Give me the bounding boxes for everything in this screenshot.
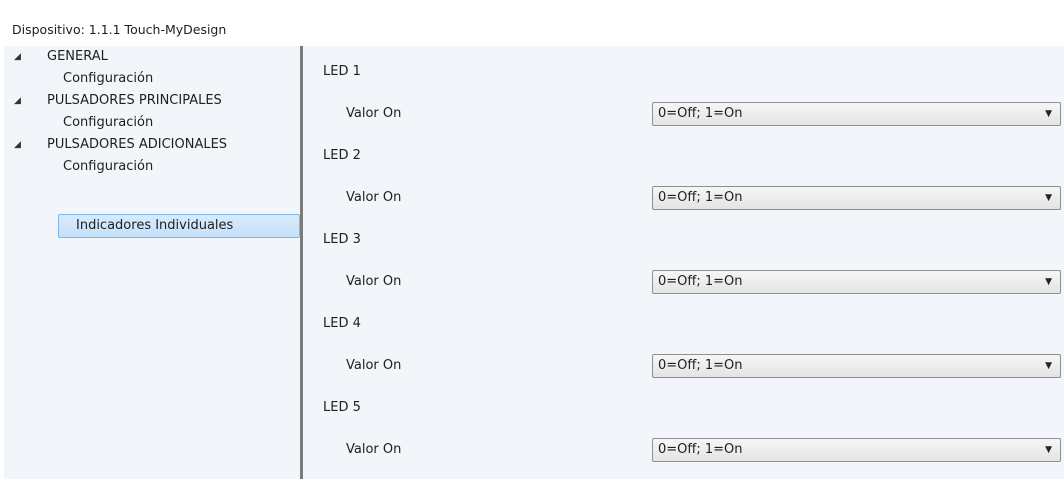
led-5-title: LED 5	[323, 400, 361, 415]
tree-group-label: GENERAL	[47, 49, 108, 64]
tree-group-pulsadores-adicionales[interactable]: ◢ PULSADORES ADICIONALES	[4, 134, 300, 156]
main-frame: ◢ GENERAL Configuración ◢ PULSADORES PRI…	[4, 46, 1064, 479]
tree-item-label: Indicadores Individuales	[76, 218, 234, 233]
title-bar: Dispositivo: 1.1.1 Touch-MyDesign	[4, 0, 1064, 46]
tree-item-adicionales-configuracion[interactable]: Configuración	[63, 156, 153, 178]
tree-item-indicadores-individuales[interactable]: Indicadores Individuales	[58, 214, 300, 238]
led-4-valor-on-dropdown[interactable]: 0=Off; 1=On ▼	[652, 354, 1061, 378]
led-2-valor-on-label: Valor On	[346, 190, 402, 205]
led-2-valor-on-dropdown[interactable]: 0=Off; 1=On ▼	[652, 186, 1061, 210]
dropdown-value: 0=Off; 1=On	[658, 190, 743, 205]
dropdown-value: 0=Off; 1=On	[658, 106, 743, 121]
led-4-valor-on-label: Valor On	[346, 358, 402, 373]
led-4-title: LED 4	[323, 316, 361, 331]
tree-item-principales-configuracion[interactable]: Configuración	[63, 112, 153, 134]
expand-arrow-icon[interactable]: ◢	[14, 90, 26, 112]
dropdown-value: 0=Off; 1=On	[658, 442, 743, 457]
expand-arrow-icon[interactable]: ◢	[14, 134, 26, 156]
expand-arrow-icon[interactable]: ◢	[14, 46, 26, 68]
led-1-valor-on-dropdown[interactable]: 0=Off; 1=On ▼	[652, 102, 1061, 126]
chevron-down-icon[interactable]: ▼	[1045, 103, 1052, 125]
tree-group-pulsadores-principales[interactable]: ◢ PULSADORES PRINCIPALES	[4, 90, 300, 112]
chevron-down-icon[interactable]: ▼	[1045, 355, 1052, 377]
chevron-down-icon[interactable]: ▼	[1045, 187, 1052, 209]
tree-item-label: Configuración	[63, 159, 154, 174]
led-2-title: LED 2	[323, 148, 361, 163]
led-3-valor-on-label: Valor On	[346, 274, 402, 289]
tree-item-general-configuracion[interactable]: Configuración	[63, 68, 153, 90]
tree-group-label: PULSADORES PRINCIPALES	[47, 93, 222, 108]
chevron-down-icon[interactable]: ▼	[1045, 439, 1052, 461]
tree-group-general[interactable]: ◢ GENERAL	[4, 46, 300, 68]
led-3-title: LED 3	[323, 232, 361, 247]
parameter-panel: LED 1 Valor On 0=Off; 1=On ▼ LED 2 Valor…	[303, 46, 1064, 479]
dropdown-value: 0=Off; 1=On	[658, 274, 743, 289]
chevron-down-icon[interactable]: ▼	[1045, 271, 1052, 293]
tree-item-label: Configuración	[63, 71, 154, 86]
led-1-title: LED 1	[323, 64, 361, 79]
parameter-tree: ◢ GENERAL Configuración ◢ PULSADORES PRI…	[4, 46, 300, 479]
led-5-valor-on-dropdown[interactable]: 0=Off; 1=On ▼	[652, 438, 1061, 462]
tree-item-label: Configuración	[63, 115, 154, 130]
tree-group-label: PULSADORES ADICIONALES	[47, 137, 228, 152]
led-5-valor-on-label: Valor On	[346, 442, 402, 457]
window-title: Dispositivo: 1.1.1 Touch-MyDesign	[12, 22, 227, 37]
led-1-valor-on-label: Valor On	[346, 106, 402, 121]
dropdown-value: 0=Off; 1=On	[658, 358, 743, 373]
led-3-valor-on-dropdown[interactable]: 0=Off; 1=On ▼	[652, 270, 1061, 294]
